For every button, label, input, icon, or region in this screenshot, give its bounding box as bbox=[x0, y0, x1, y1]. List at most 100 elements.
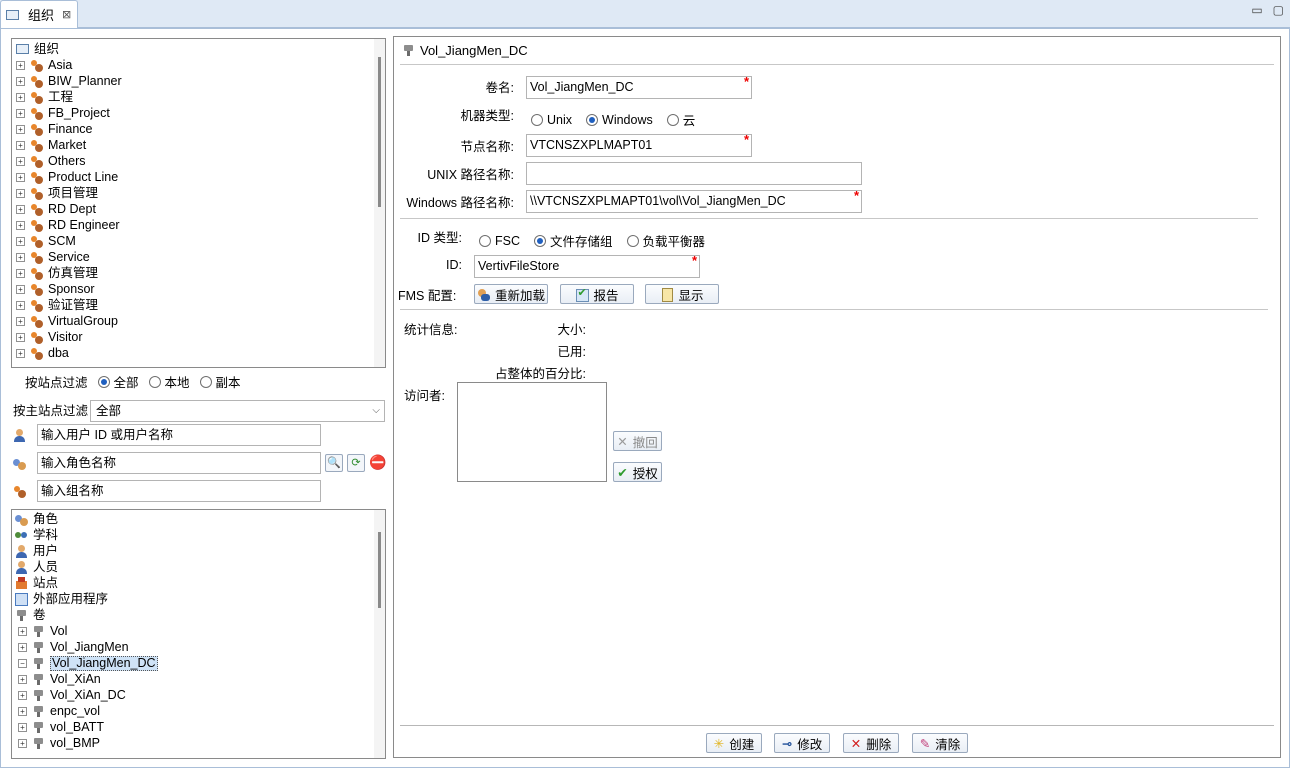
volume-tree-item[interactable]: + vol_BMP bbox=[15, 735, 385, 751]
org-tree-item[interactable]: + dba bbox=[16, 345, 385, 361]
tab-close-icon[interactable]: ⊠ bbox=[62, 8, 71, 21]
type-tree-item[interactable]: 学科 bbox=[15, 527, 385, 543]
id-type-load-balancer[interactable]: 负载平衡器 bbox=[626, 231, 705, 250]
maximize-icon[interactable]: ▢ bbox=[1273, 3, 1284, 17]
expand-icon[interactable]: + bbox=[16, 188, 25, 198]
radio-icon[interactable] bbox=[479, 234, 491, 247]
scrollbar-thumb[interactable] bbox=[378, 532, 381, 608]
tree-scrollbar[interactable] bbox=[374, 39, 385, 367]
unix-path-field[interactable] bbox=[526, 162, 862, 185]
org-tree-item[interactable]: + BIW_Planner bbox=[16, 73, 385, 89]
expand-icon[interactable]: + bbox=[16, 348, 25, 358]
expand-icon[interactable]: + bbox=[16, 236, 25, 246]
org-tree-item[interactable]: + Visitor bbox=[16, 329, 385, 345]
search-icon[interactable]: 🔍 bbox=[325, 454, 343, 472]
type-tree-item[interactable]: 用户 bbox=[15, 543, 385, 559]
expand-icon[interactable]: + bbox=[16, 316, 25, 326]
grant-button[interactable]: ✔ 授权 bbox=[613, 462, 662, 482]
org-tree-item[interactable]: + Others bbox=[16, 153, 385, 169]
id-type-fsc[interactable]: FSC bbox=[479, 231, 520, 250]
radio-selected-icon[interactable] bbox=[586, 113, 599, 126]
expand-icon[interactable]: + bbox=[16, 268, 25, 278]
site-filter-all[interactable]: 全部 bbox=[97, 372, 139, 391]
report-button[interactable]: 报告 bbox=[560, 284, 634, 304]
organization-tree[interactable]: 组织 + Asia + BIW_Planner + 工程 + FB_Project + Finan… bbox=[11, 38, 386, 368]
group-search-input[interactable]: 输入组名称 bbox=[37, 480, 321, 502]
user-search-input[interactable]: 输入用户 ID 或用户名称 bbox=[37, 424, 321, 446]
org-tree-item[interactable]: + RD Dept bbox=[16, 201, 385, 217]
org-tree-item[interactable]: + Service bbox=[16, 249, 385, 265]
radio-selected-icon[interactable] bbox=[534, 234, 546, 247]
org-tree-item[interactable]: + 项目管理 bbox=[16, 185, 385, 201]
refresh-icon[interactable]: ⟳ bbox=[347, 454, 365, 472]
org-tree-item[interactable]: + Finance bbox=[16, 121, 385, 137]
site-filter-replica[interactable]: 副本 bbox=[199, 372, 241, 391]
show-button[interactable]: 显示 bbox=[645, 284, 719, 304]
expand-icon[interactable]: + bbox=[16, 140, 25, 150]
expand-icon[interactable]: + bbox=[18, 626, 27, 636]
expand-icon[interactable]: + bbox=[16, 204, 25, 214]
tree-scrollbar[interactable] bbox=[374, 510, 385, 758]
radio-selected-icon[interactable] bbox=[97, 375, 110, 388]
modify-button[interactable]: ⊸ 修改 bbox=[774, 733, 830, 753]
org-tree-item[interactable]: + Asia bbox=[16, 57, 385, 73]
org-tree-item[interactable]: + VirtualGroup bbox=[16, 313, 385, 329]
node-name-field[interactable]: VTCNSZXPLMAPT01 * bbox=[526, 134, 752, 157]
expand-icon[interactable]: + bbox=[16, 76, 25, 86]
org-tree-item[interactable]: + 仿真管理 bbox=[16, 265, 385, 281]
minimize-icon[interactable]: ▭ bbox=[1251, 3, 1262, 17]
org-tree-item[interactable]: + 工程 bbox=[16, 89, 385, 105]
site-filter-local[interactable]: 本地 bbox=[148, 372, 190, 391]
type-tree-item[interactable]: 外部应用程序 bbox=[15, 591, 385, 607]
volume-tree-item[interactable]: − Vol_JiangMen_DC bbox=[15, 655, 385, 671]
org-tree-item[interactable]: + Sponsor bbox=[16, 281, 385, 297]
radio-icon[interactable] bbox=[531, 113, 543, 126]
type-tree-item[interactable]: 卷 bbox=[15, 607, 385, 623]
expand-icon[interactable]: + bbox=[16, 252, 25, 262]
expand-icon[interactable]: + bbox=[18, 690, 27, 700]
id-type-file-store-group[interactable]: 文件存储组 bbox=[534, 231, 613, 250]
primary-site-select[interactable]: 全部 ⌵ bbox=[90, 400, 385, 422]
volume-tree-item[interactable]: + vol_BATT bbox=[15, 719, 385, 735]
expand-icon[interactable]: + bbox=[16, 60, 25, 70]
radio-icon[interactable] bbox=[626, 234, 639, 247]
tab-organization[interactable]: 组织 ⊠ bbox=[0, 0, 78, 28]
expand-icon[interactable]: + bbox=[18, 706, 27, 716]
expand-icon[interactable]: + bbox=[18, 674, 27, 684]
radio-icon[interactable] bbox=[666, 113, 679, 126]
revoke-button[interactable]: ✕ 撤回 bbox=[613, 431, 662, 451]
expand-icon[interactable]: + bbox=[18, 722, 27, 732]
expand-icon[interactable]: + bbox=[16, 172, 25, 182]
expand-icon[interactable]: + bbox=[16, 92, 25, 102]
volume-tree-item[interactable]: + Vol bbox=[15, 623, 385, 639]
delete-button[interactable]: ✕ 删除 bbox=[843, 733, 899, 753]
expand-icon[interactable]: + bbox=[18, 738, 27, 748]
volume-tree-item[interactable]: + Vol_XiAn_DC bbox=[15, 687, 385, 703]
expand-icon[interactable]: + bbox=[16, 284, 25, 294]
expand-icon[interactable]: + bbox=[18, 642, 27, 652]
role-search-input[interactable]: 输入角色名称 bbox=[37, 452, 321, 474]
machine-type-windows[interactable]: Windows bbox=[586, 110, 653, 129]
stop-icon[interactable]: ⛔ bbox=[369, 454, 387, 472]
type-tree-item[interactable]: 人员 bbox=[15, 559, 385, 575]
scrollbar-thumb[interactable] bbox=[378, 57, 381, 207]
org-tree-item[interactable]: + RD Engineer bbox=[16, 217, 385, 233]
clear-button[interactable]: ✎ 清除 bbox=[912, 733, 968, 753]
expand-icon[interactable]: + bbox=[16, 124, 25, 134]
volume-tree-item[interactable]: + Vol_XiAn bbox=[15, 671, 385, 687]
expand-icon[interactable]: + bbox=[16, 332, 25, 342]
expand-icon[interactable]: + bbox=[16, 108, 25, 118]
volume-tree-item[interactable]: + Vol_JiangMen bbox=[15, 639, 385, 655]
radio-icon[interactable] bbox=[199, 375, 212, 388]
org-tree-item[interactable]: + 验证管理 bbox=[16, 297, 385, 313]
org-tree-item[interactable]: + FB_Project bbox=[16, 105, 385, 121]
collapse-icon[interactable]: − bbox=[18, 658, 27, 668]
windows-path-field[interactable]: \\VTCNSZXPLMAPT01\vol\Vol_JiangMen_DC * bbox=[526, 190, 862, 213]
chevron-down-icon[interactable]: ⌵ bbox=[372, 401, 380, 421]
org-tree-item[interactable]: + SCM bbox=[16, 233, 385, 249]
expand-icon[interactable]: + bbox=[16, 156, 25, 166]
machine-type-cloud[interactable]: 云 bbox=[666, 110, 695, 129]
org-tree-item[interactable]: + Product Line bbox=[16, 169, 385, 185]
volume-name-field[interactable]: Vol_JiangMen_DC * bbox=[526, 76, 752, 99]
type-tree-item[interactable]: 站点 bbox=[15, 575, 385, 591]
